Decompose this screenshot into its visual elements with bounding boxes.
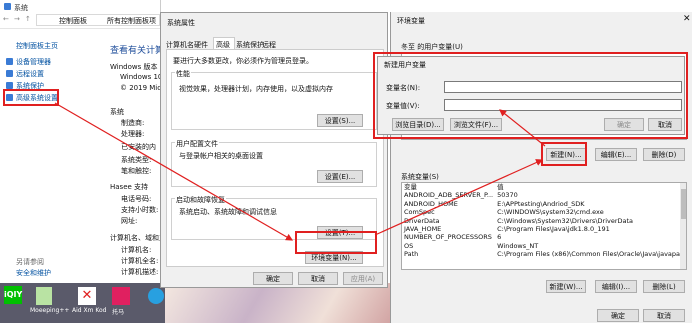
arrow-1 bbox=[54, 102, 294, 241]
arrow-2 bbox=[374, 159, 544, 236]
arrow-3 bbox=[499, 109, 546, 147]
annotation-arrows bbox=[54, 102, 546, 241]
